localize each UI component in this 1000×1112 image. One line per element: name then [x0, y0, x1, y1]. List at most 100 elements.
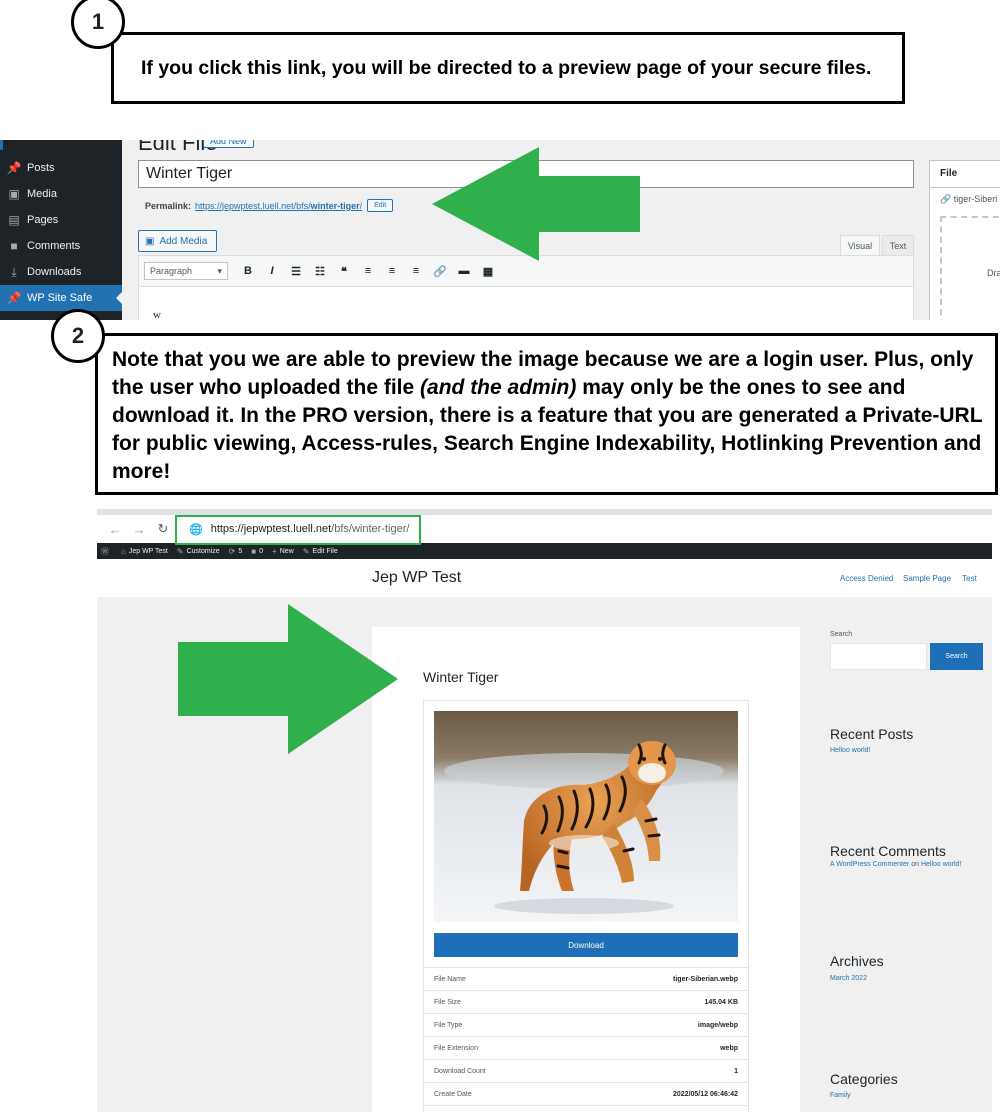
paperclip-icon: 🔗: [940, 194, 952, 204]
add-media-button[interactable]: ▣ Add Media: [138, 230, 217, 252]
adminbar-comments[interactable]: ■ 0: [251, 547, 263, 556]
adminbar-customize[interactable]: ✎ Customize: [177, 547, 220, 556]
callout-2-text-italic: (and the admin): [420, 376, 577, 399]
plus-icon: +: [272, 546, 277, 556]
arrow-left-icon: [432, 147, 640, 261]
permalink-edit-button[interactable]: Edit: [367, 199, 394, 212]
adminbar-edit-file[interactable]: ✎ Edit File: [303, 547, 338, 556]
file-info-row: File Type image/webp: [424, 1013, 748, 1036]
file-info-value: 145.04 KB: [704, 998, 738, 1006]
sidebar-item-posts[interactable]: 📌 Posts: [0, 155, 122, 181]
toolbar-toggle-icon[interactable]: ▦: [476, 265, 500, 278]
format-select-value: Paragraph: [150, 266, 193, 276]
format-select[interactable]: Paragraph ▾: [144, 262, 228, 280]
site-title[interactable]: Jep WP Test: [372, 569, 461, 587]
file-drop-zone[interactable]: Dra: [940, 216, 1000, 320]
pencil-icon: ✎: [302, 546, 310, 556]
comment-icon: ■: [10, 239, 18, 253]
file-info-row: File Name tiger-Siberian.webp: [424, 967, 748, 990]
media-icon: ▣: [145, 235, 155, 247]
permalink-link[interactable]: https://jepwptest.luell.net/bfs/winter-t…: [195, 201, 362, 211]
menu-item-test[interactable]: Test: [962, 574, 977, 583]
menu-item-sample-page[interactable]: Sample Page: [903, 574, 951, 583]
download-icon: ⤓: [11, 264, 17, 279]
adminbar-updates[interactable]: ⟳ 5: [229, 547, 243, 556]
pin-icon: 📌: [6, 161, 22, 175]
comment-icon: ■: [251, 546, 257, 556]
address-highlight: [175, 515, 421, 545]
archive-link[interactable]: March 2022: [830, 975, 867, 982]
blockquote-icon[interactable]: ❝: [332, 265, 356, 278]
recent-post-link[interactable]: Helloo world!: [830, 747, 870, 754]
sidebar-item-label: WP Site Safe: [27, 292, 93, 304]
sidebar-item-label: Downloads: [27, 266, 82, 278]
editor-content[interactable]: w: [138, 287, 914, 320]
add-new-button[interactable]: Add New: [203, 140, 254, 148]
search-input[interactable]: [830, 643, 927, 670]
tab-text[interactable]: Text: [882, 235, 914, 255]
tab-visual[interactable]: Visual: [840, 235, 880, 255]
permalink-label: Permalink:: [145, 200, 192, 211]
forward-icon[interactable]: →: [127, 522, 151, 537]
file-metabox-filename-text: tiger-Siberi: [953, 194, 998, 204]
pin-icon: 📌: [6, 291, 22, 305]
file-preview-card: Download File Name tiger-Siberian.webp Fi…: [423, 700, 749, 1112]
read-more-icon[interactable]: ▬: [452, 265, 476, 277]
file-info-key: File Size: [434, 998, 461, 1006]
file-metabox: File 🔗 tiger-Siberi Dra: [929, 160, 1000, 320]
wp-admin-bar: Ⓦ ⌂ Jep WP Test ✎ Customize ⟳ 5 ■ 0 + New ✎ Ed…: [97, 543, 992, 559]
recent-posts-title: Recent Posts: [830, 726, 914, 742]
file-info-value: image/webp: [697, 1021, 738, 1029]
back-icon[interactable]: ←: [103, 522, 127, 537]
file-info-key: File Name: [434, 975, 466, 983]
numbered-list-icon[interactable]: ☷: [308, 265, 332, 278]
recent-comment-entry: A WordPress Commenter on Helloo world!: [830, 861, 961, 868]
sidebar-item-comments[interactable]: ■ Comments: [0, 233, 122, 259]
sidebar-item-wp-site-safe[interactable]: 📌 WP Site Safe: [0, 285, 123, 311]
updates-icon: ⟳: [228, 546, 236, 556]
file-info-value: 1: [734, 1067, 738, 1075]
align-right-icon[interactable]: ≡: [404, 265, 428, 277]
file-info-row: Download Count 1: [424, 1059, 748, 1082]
caret-down-icon: ▾: [217, 265, 222, 276]
italic-icon[interactable]: I: [260, 265, 284, 277]
adminbar-comments-count: 0: [259, 547, 264, 555]
align-left-icon[interactable]: ≡: [356, 265, 380, 277]
comment-post-link[interactable]: Helloo world!: [921, 861, 961, 868]
permalink-trailing: /: [359, 200, 363, 211]
comment-on-text: on: [911, 861, 919, 868]
adminbar-edit-file-label: Edit File: [312, 547, 338, 555]
media-icon: ▣: [8, 187, 20, 201]
adminbar-new[interactable]: + New: [272, 547, 294, 556]
adminbar-wp-logo[interactable]: Ⓦ: [101, 546, 112, 557]
post-content: Winter Tiger Download File Name tiger-Si…: [372, 627, 800, 1112]
sidebar-item-downloads[interactable]: ⤓ Downloads: [0, 259, 122, 285]
file-info-row: File Size 145.04 KB: [424, 990, 748, 1013]
file-info-value: 2022/05/12 06:46:42: [673, 1090, 738, 1098]
add-media-label: Add Media: [159, 235, 208, 247]
search-button[interactable]: Search: [930, 643, 983, 670]
permalink-base: https://jepwptest.luell.net/bfs/: [195, 200, 311, 211]
comment-author-link[interactable]: A WordPress Commenter: [830, 861, 909, 868]
file-info-row: File Extension webp: [424, 1036, 748, 1059]
reload-icon[interactable]: ↻: [151, 521, 175, 537]
bullet-list-icon[interactable]: ☰: [284, 265, 308, 278]
download-button[interactable]: Download: [434, 933, 738, 957]
site-header: Jep WP Test Access Denied Sample Page Te…: [97, 559, 992, 597]
sidebar-item-pages[interactable]: ▤ Pages: [0, 207, 122, 233]
bold-icon[interactable]: B: [236, 265, 260, 277]
sidebar-active-strip: [0, 140, 3, 150]
file-metabox-title: File: [930, 161, 1000, 188]
tiger-image: [434, 711, 738, 922]
adminbar-site-label: Jep WP Test: [128, 547, 168, 555]
adminbar-site[interactable]: ⌂ Jep WP Test: [121, 547, 168, 556]
link-icon[interactable]: 🔗: [428, 265, 452, 278]
sidebar-item-media[interactable]: ▣ Media: [0, 181, 122, 207]
file-info-value: webp: [720, 1044, 738, 1052]
file-info-row: [424, 1105, 748, 1112]
category-link[interactable]: Family: [830, 1092, 851, 1099]
align-center-icon[interactable]: ≡: [380, 265, 404, 277]
recent-comments-title: Recent Comments: [830, 843, 946, 859]
menu-item-access-denied[interactable]: Access Denied: [840, 574, 893, 583]
arrow-right-icon: [178, 604, 398, 754]
